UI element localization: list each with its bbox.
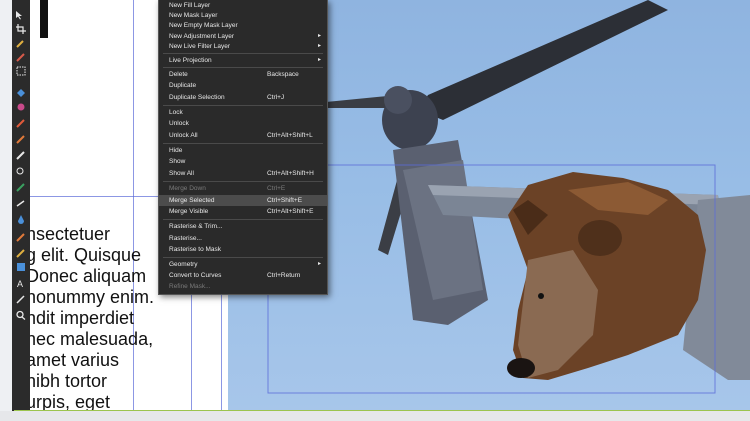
menu-item-label: New Empty Mask Layer [169,22,238,29]
menu-item-merge-down[interactable]: Merge Down Ctrl+E [159,183,327,194]
menu-item-merge-visible[interactable]: Merge Visible Ctrl+Alt+Shift+E [159,206,327,217]
menu-item-lock[interactable]: Lock [159,107,327,118]
menu-item-shortcut: Backspace [267,71,299,78]
menu-item-shortcut: Ctrl+Alt+Shift+H [267,170,314,177]
text-line: nsectetuer [30,224,111,244]
menu-item-label: Unlock All [169,132,198,139]
zoom-tool-icon[interactable] [14,310,28,320]
blur-tool-icon[interactable] [14,214,28,224]
document-canvas[interactable]: nsectetuer g elit. Quisque Donec aliquam… [0,0,750,411]
menu-item-label: Convert to Curves [169,272,222,279]
menu-item-hide[interactable]: Hide [159,145,327,156]
pixel-tool-icon[interactable] [14,134,28,144]
menu-item-refine-mask[interactable]: Refine Mask... [159,281,327,292]
clone-tool-icon[interactable] [14,166,28,176]
text-line: nibh tortor [30,371,108,391]
menu-separator [163,53,323,54]
menu-item-rasterise-trim[interactable]: Rasterise & Trim... [159,221,327,232]
menu-item-unlock[interactable]: Unlock [159,118,327,129]
layer-context-menu: New Fill Layer New Mask Layer New Empty … [158,0,328,295]
crop-tool-icon[interactable] [14,24,28,34]
menu-item-label: Merge Visible [169,208,209,215]
text-tool-icon[interactable]: A [14,278,28,288]
menu-item-label: Refine Mask... [169,283,211,290]
menu-item-label: New Live Filter Layer [169,43,231,50]
menu-item-shortcut: Ctrl+Return [267,272,301,279]
menu-item-unlock-all[interactable]: Unlock All Ctrl+Alt+Shift+L [159,130,327,141]
menu-item-show-all[interactable]: Show All Ctrl+Alt+Shift+H [159,168,327,179]
menu-separator [163,67,323,68]
submenu-arrow-icon: ▸ [317,261,321,267]
frame-text-icon[interactable] [14,294,28,304]
menu-item-shortcut: Ctrl+Alt+Shift+L [267,132,313,139]
menu-item-label: Lock [169,109,183,116]
menu-item-shortcut: Ctrl+Alt+Shift+E [267,208,314,215]
menu-item-delete[interactable]: Delete Backspace [159,69,327,80]
text-line: Donec aliquam [30,266,147,286]
svg-text:A: A [17,279,23,288]
shape-tool-icon[interactable] [14,262,28,272]
menu-item-label: Duplicate [169,82,197,89]
menu-item-live-projection[interactable]: Live Projection ▸ [159,55,327,66]
menu-separator [163,181,323,182]
menu-item-label: Hide [169,147,183,154]
menu-item-label: Merge Selected [169,197,215,204]
menu-item-label: Show All [169,170,194,177]
menu-item-show[interactable]: Show [159,156,327,167]
menu-item-shortcut: Ctrl+Shift+E [267,197,303,204]
submenu-arrow-icon: ▸ [317,43,321,49]
menu-item-geometry[interactable]: Geometry ▸ [159,259,327,270]
menu-item-label: Duplicate Selection [169,94,225,101]
menu-item-label: Geometry [169,261,198,268]
text-line: ndit imperdiet [30,308,135,328]
erase-tool-icon[interactable] [14,150,28,160]
submenu-arrow-icon: ▸ [317,57,321,63]
text-line: amet varius [30,350,120,370]
selection-tool-icon[interactable] [14,66,28,76]
menu-item-label: Merge Down [169,185,206,192]
menu-separator [163,219,323,220]
menu-item-label: Rasterise & Trim... [169,223,223,230]
menu-item-label: Rasterise... [169,235,202,242]
menu-item-convert-to-curves[interactable]: Convert to Curves Ctrl+Return [159,270,327,281]
menu-item-duplicate[interactable]: Duplicate [159,80,327,91]
pen-tool-icon[interactable] [14,118,28,128]
menu-item-label: Delete [169,71,188,78]
menu-item-duplicate-selection[interactable]: Duplicate Selection Ctrl+J [159,92,327,103]
menu-separator [163,105,323,106]
color-picker-icon[interactable] [14,38,28,48]
menu-item-label: Live Projection [169,57,212,64]
text-line: nonummy enim. [30,287,155,307]
move-tool-icon[interactable] [14,10,28,20]
menu-item-label: Rasterise to Mask [169,246,222,253]
menu-item-rasterise[interactable]: Rasterise... [159,233,327,244]
gradient-tool-icon[interactable] [14,102,28,112]
menu-item-shortcut: Ctrl+J [267,94,285,101]
bottom-strip [0,411,750,421]
menu-item-merge-selected[interactable]: Merge Selected Ctrl+Shift+E [159,195,327,206]
node-tool-icon[interactable] [14,198,28,208]
menu-item-rasterise-to-mask[interactable]: Rasterise to Mask [159,244,327,255]
black-picture-frame[interactable] [40,0,48,38]
dodge-tool-icon[interactable] [14,232,28,242]
menu-item-label: Show [169,158,186,165]
paint-brush-icon[interactable] [14,52,28,62]
bear-head [507,172,706,380]
tools-panel: A [12,0,30,411]
retouch-tool-icon[interactable] [14,182,28,192]
fill-tool-icon[interactable] [14,88,28,98]
menu-item-label: Unlock [169,120,189,127]
text-line: urpis, eget [30,392,111,411]
menu-separator [163,257,323,258]
text-line: nec malesuada, [30,329,154,349]
menu-item-new-live-filter-layer[interactable]: New Live Filter Layer ▸ [159,41,327,52]
rotor-blade-upper [418,0,668,120]
menu-item-shortcut: Ctrl+E [267,185,286,192]
text-line: g elit. Quisque [30,245,142,265]
burn-tool-icon[interactable] [14,248,28,258]
menu-separator [163,143,323,144]
menu-item-new-empty-mask-layer[interactable]: New Empty Mask Layer [159,20,327,31]
